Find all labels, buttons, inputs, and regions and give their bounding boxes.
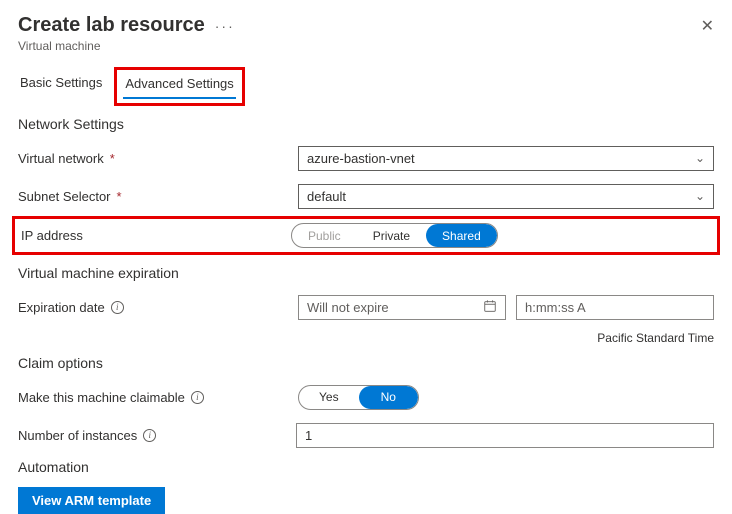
more-icon[interactable]: ···	[215, 18, 235, 34]
section-automation: Automation	[18, 459, 714, 475]
view-arm-template-button[interactable]: View ARM template	[18, 487, 165, 514]
ip-option-private[interactable]: Private	[357, 224, 426, 247]
ip-option-public[interactable]: Public	[292, 224, 357, 247]
claimable-toggle: Yes No	[298, 385, 419, 410]
calendar-icon	[483, 299, 497, 316]
label-make-claimable: Make this machine claimable i	[18, 390, 298, 405]
label-number-of-instances: Number of instances i	[18, 428, 296, 443]
chevron-down-icon: ⌄	[695, 151, 705, 165]
info-icon[interactable]: i	[143, 429, 156, 442]
section-network-settings: Network Settings	[18, 116, 714, 132]
info-icon[interactable]: i	[191, 391, 204, 404]
timezone-label: Pacific Standard Time	[18, 331, 714, 345]
label-subnet-selector: Subnet Selector *	[18, 189, 298, 204]
close-icon[interactable]: ✕	[701, 16, 714, 36]
label-ip-address: IP address	[21, 228, 291, 243]
tab-basic-settings[interactable]: Basic Settings	[18, 71, 104, 100]
section-vm-expiration: Virtual machine expiration	[18, 265, 714, 281]
label-expiration-date: Expiration date i	[18, 300, 298, 315]
subnet-select[interactable]: default ⌄	[298, 184, 714, 209]
page-title: Create lab resource	[18, 14, 205, 37]
label-virtual-network: Virtual network *	[18, 151, 298, 166]
page-subtitle: Virtual machine	[18, 39, 714, 53]
instances-input[interactable]: 1	[296, 423, 714, 448]
section-claim-options: Claim options	[18, 355, 714, 371]
ip-option-shared[interactable]: Shared	[426, 224, 497, 247]
tab-bar: Basic Settings Advanced Settings	[18, 71, 714, 100]
virtual-network-select[interactable]: azure-bastion-vnet ⌄	[298, 146, 714, 171]
ip-address-toggle: Public Private Shared	[291, 223, 498, 248]
expiration-date-input[interactable]: Will not expire	[298, 295, 506, 320]
expiration-time-input[interactable]: h:mm:ss A	[516, 295, 714, 320]
info-icon[interactable]: i	[111, 301, 124, 314]
tab-advanced-settings[interactable]: Advanced Settings	[123, 72, 235, 99]
claimable-no[interactable]: No	[359, 386, 418, 409]
claimable-yes[interactable]: Yes	[299, 386, 359, 409]
chevron-down-icon: ⌄	[695, 189, 705, 203]
